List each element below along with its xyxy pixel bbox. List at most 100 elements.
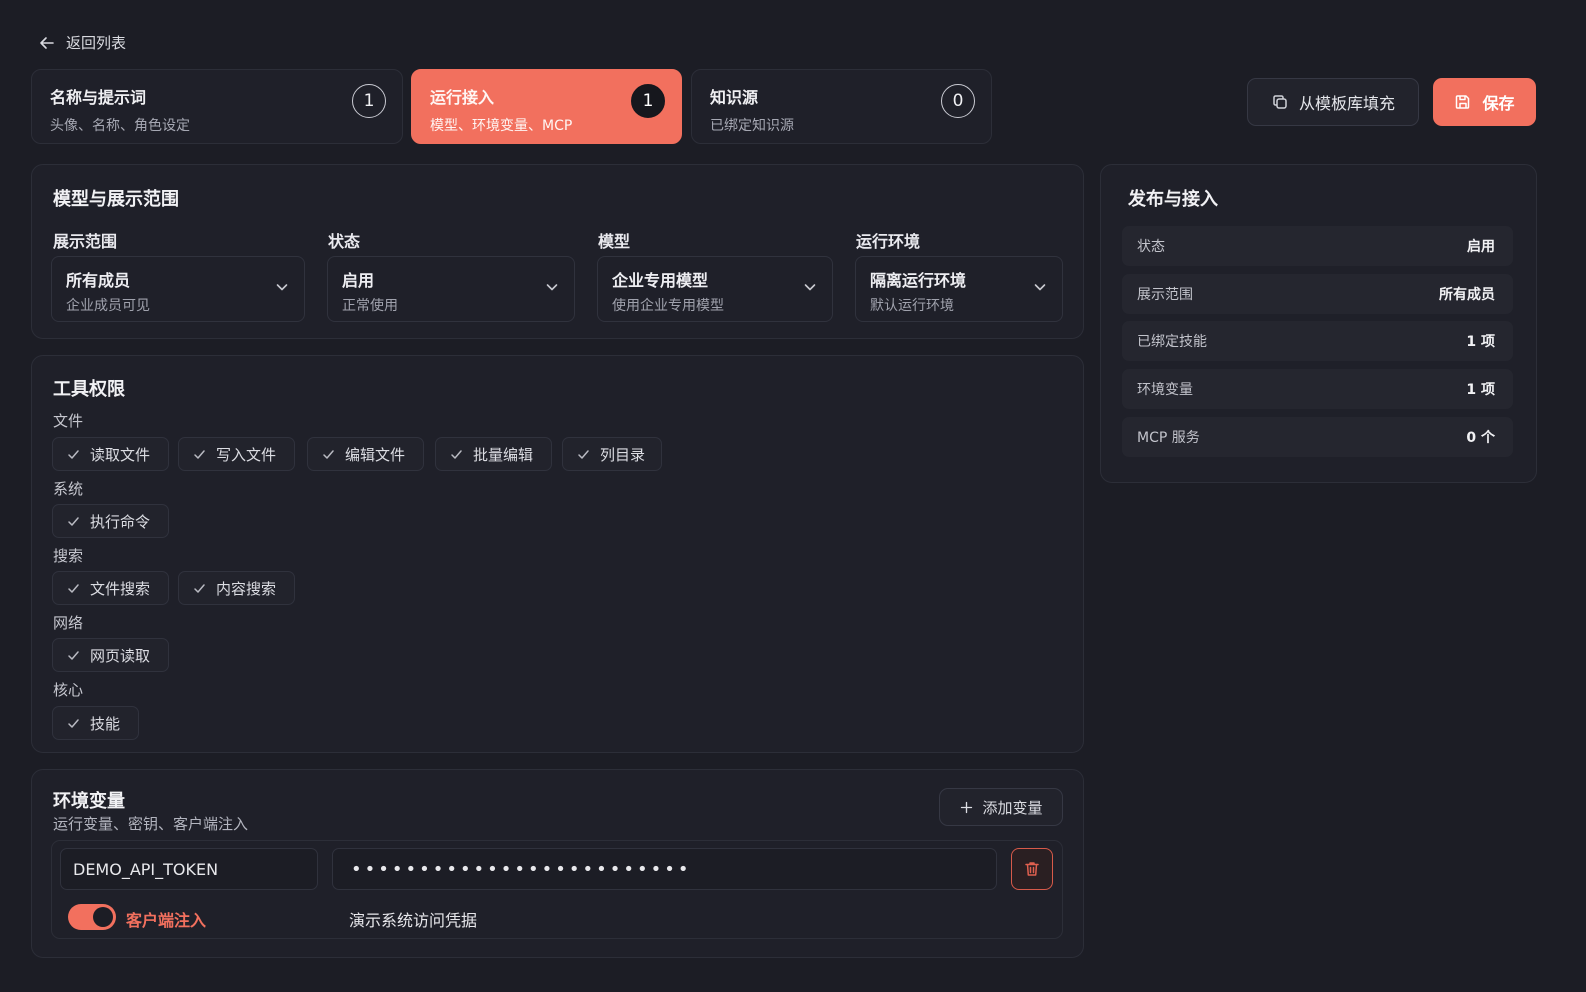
- runtime-env-select[interactable]: 隔离运行环境 默认运行环境: [855, 256, 1063, 322]
- tool-chip-file-search[interactable]: 文件搜索: [52, 571, 169, 605]
- tool-chip-label: 编辑文件: [345, 445, 406, 464]
- select-desc: 使用企业专用模型: [612, 298, 724, 314]
- publish-row-key: 已绑定技能: [1137, 334, 1207, 350]
- publish-row-status: 状态 启用: [1122, 226, 1513, 266]
- field-label: 运行环境: [856, 232, 921, 251]
- delete-variable-button[interactable]: [1011, 848, 1053, 890]
- tool-chip-skills[interactable]: 技能: [52, 706, 139, 740]
- tool-group-label: 网络: [53, 614, 84, 632]
- check-icon: [194, 449, 205, 459]
- check-icon: [68, 449, 79, 459]
- add-variable-label: 添加变量: [982, 798, 1043, 817]
- model-select[interactable]: 企业专用模型 使用企业专用模型: [597, 256, 833, 322]
- save-button[interactable]: 保存: [1433, 78, 1536, 126]
- step-knowledge[interactable]: 知识源 已绑定知识源 0: [691, 69, 992, 144]
- tool-chip-label: 读取文件: [90, 445, 151, 464]
- env-var-name-input[interactable]: DEMO_API_TOKEN: [60, 848, 318, 890]
- step-count-badge: 1: [352, 84, 386, 118]
- publish-row-mcp: MCP 服务 0 个: [1122, 417, 1513, 457]
- publish-row-value: 1 项: [1466, 334, 1495, 350]
- save-icon: [1456, 95, 1470, 109]
- client-inject-label: 客户端注入: [126, 911, 207, 930]
- tool-chip-list-dir[interactable]: 列目录: [562, 437, 662, 471]
- plus-icon: [961, 801, 973, 813]
- env-section-subtitle: 运行变量、密钥、客户端注入: [53, 815, 249, 833]
- chevron-down-icon: [546, 284, 558, 291]
- publish-row-value: 启用: [1467, 239, 1495, 255]
- tool-group-label: 核心: [53, 681, 84, 699]
- select-value: 启用: [342, 271, 375, 290]
- tool-chip-label: 网页读取: [90, 646, 151, 665]
- check-icon: [68, 718, 79, 728]
- select-value: 所有成员: [66, 271, 131, 290]
- env-var-value-input[interactable]: •••••••••••••••••••••••••: [332, 848, 997, 890]
- chevron-down-icon: [1034, 284, 1046, 291]
- step-count-badge: 0: [941, 84, 975, 118]
- env-section-title: 环境变量: [53, 791, 125, 812]
- step-title: 名称与提示词: [50, 88, 147, 107]
- select-value: 隔离运行环境: [870, 271, 967, 290]
- step-title: 知识源: [710, 88, 759, 107]
- save-label: 保存: [1482, 94, 1515, 113]
- tool-chip-batch-edit[interactable]: 批量编辑: [435, 437, 552, 471]
- tool-chip-write-file[interactable]: 写入文件: [178, 437, 295, 471]
- add-variable-button[interactable]: 添加变量: [939, 788, 1063, 826]
- publish-row-key: 展示范围: [1137, 287, 1193, 303]
- tool-chip-exec-command[interactable]: 执行命令: [52, 504, 169, 538]
- publish-row-key: 环境变量: [1137, 382, 1193, 398]
- check-icon: [194, 583, 205, 593]
- step-title: 运行接入: [430, 88, 495, 107]
- tool-chip-content-search[interactable]: 内容搜索: [178, 571, 295, 605]
- template-label: 从模板库填充: [1298, 94, 1395, 113]
- display-range-select[interactable]: 所有成员 企业成员可见: [51, 256, 305, 322]
- select-desc: 正常使用: [342, 298, 398, 314]
- arrow-left-icon: [40, 36, 54, 49]
- step-count-badge: 1: [631, 84, 665, 118]
- env-var-note: 演示系统访问凭据: [349, 911, 478, 930]
- publish-row-value: 0 个: [1466, 430, 1495, 446]
- publish-row-key: 状态: [1137, 239, 1165, 255]
- model-section-title: 模型与展示范围: [53, 189, 179, 210]
- tool-chip-label: 列目录: [600, 445, 646, 464]
- step-subtitle: 模型、环境变量、MCP: [430, 118, 573, 134]
- step-name-prompt[interactable]: 名称与提示词 头像、名称、角色设定 1: [31, 69, 403, 144]
- trash-icon: [1025, 862, 1039, 876]
- tool-chip-edit-file[interactable]: 编辑文件: [307, 437, 424, 471]
- step-subtitle: 头像、名称、角色设定: [50, 118, 190, 134]
- check-icon: [68, 650, 79, 660]
- tool-group-label: 搜索: [53, 547, 84, 565]
- client-inject-toggle[interactable]: [68, 904, 116, 930]
- tool-chip-read-file[interactable]: 读取文件: [52, 437, 169, 471]
- copy-icon: [1273, 95, 1287, 109]
- select-desc: 企业成员可见: [66, 298, 150, 314]
- fill-from-template-button[interactable]: 从模板库填充: [1247, 78, 1419, 126]
- field-label: 模型: [598, 232, 631, 251]
- publish-row-value: 1 项: [1466, 382, 1495, 398]
- step-runtime[interactable]: 运行接入 模型、环境变量、MCP 1: [411, 69, 682, 144]
- tool-chip-web-read[interactable]: 网页读取: [52, 638, 169, 672]
- publish-row-key: MCP 服务: [1137, 430, 1200, 446]
- tool-chip-label: 批量编辑: [473, 445, 534, 464]
- chevron-down-icon: [804, 284, 816, 291]
- select-value: 企业专用模型: [612, 271, 709, 290]
- step-subtitle: 已绑定知识源: [710, 118, 794, 134]
- tools-section-card: [31, 355, 1084, 753]
- tool-group-label: 文件: [53, 412, 84, 430]
- tool-chip-label: 执行命令: [90, 512, 151, 531]
- check-icon: [68, 516, 79, 526]
- publish-row-env-vars: 环境变量 1 项: [1122, 369, 1513, 409]
- back-link[interactable]: 返回列表: [38, 32, 126, 53]
- field-label: 状态: [328, 232, 361, 251]
- tool-group-label: 系统: [53, 480, 84, 498]
- back-label: 返回列表: [66, 34, 127, 52]
- tool-chip-label: 内容搜索: [216, 579, 277, 598]
- select-desc: 默认运行环境: [870, 298, 954, 314]
- check-icon: [451, 449, 462, 459]
- publish-row-display-range: 展示范围 所有成员: [1122, 274, 1513, 314]
- publish-section-title: 发布与接入: [1128, 189, 1218, 210]
- status-select[interactable]: 启用 正常使用: [327, 256, 575, 322]
- toggle-knob: [93, 907, 113, 927]
- check-icon: [578, 449, 589, 459]
- publish-row-value: 所有成员: [1439, 287, 1495, 303]
- check-icon: [323, 449, 334, 459]
